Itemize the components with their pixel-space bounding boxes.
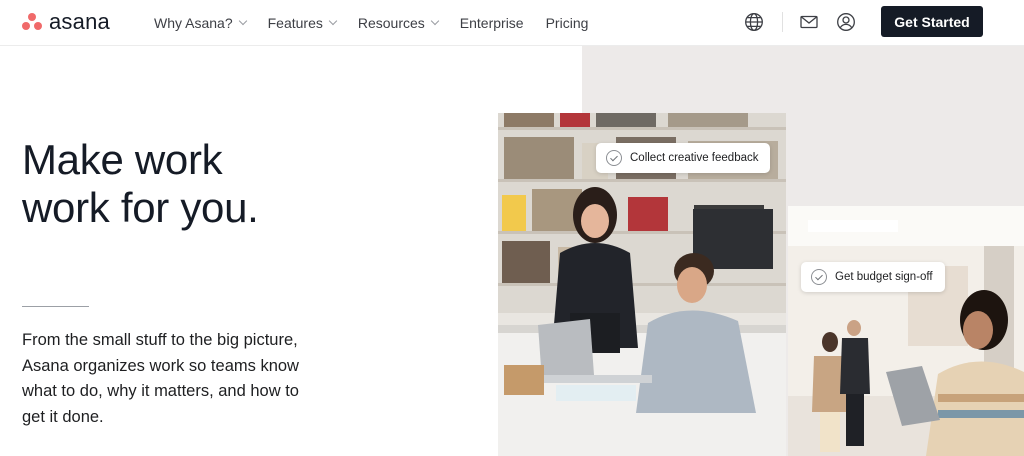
asana-logo-icon (21, 12, 43, 32)
check-circle-icon (811, 269, 827, 285)
task-chip-collect-feedback: Collect creative feedback (596, 143, 771, 173)
logo-text: asana (49, 9, 110, 34)
check-circle-icon (606, 150, 622, 166)
get-started-button[interactable]: Get Started (881, 6, 983, 37)
mail-icon[interactable] (799, 12, 819, 32)
hero-headline: Make work work for you. (22, 136, 259, 231)
chevron-down-icon (328, 16, 338, 26)
chevron-down-icon (430, 16, 440, 26)
nav-pricing[interactable]: Pricing (546, 15, 589, 31)
nav-links: Why Asana? Features Resources Enterprise… (154, 0, 610, 45)
nav-why-asana[interactable]: Why Asana? (154, 15, 247, 31)
nav-resources[interactable]: Resources (358, 15, 440, 31)
top-navigation: asana Why Asana? Features Resources Ente… (0, 0, 1024, 45)
nav-enterprise[interactable]: Enterprise (460, 15, 524, 31)
headline-divider (22, 306, 89, 307)
hero-photo-woman-laptop (788, 206, 1024, 456)
globe-icon[interactable] (744, 12, 764, 32)
account-icon[interactable] (836, 12, 856, 32)
task-chip-budget-signoff: Get budget sign-off (801, 262, 945, 292)
nav-features[interactable]: Features (268, 15, 338, 31)
nav-divider (782, 12, 783, 32)
asana-logo[interactable]: asana (21, 9, 110, 35)
hero-description: From the small stuff to the big picture,… (22, 331, 299, 426)
chevron-down-icon (238, 16, 247, 26)
